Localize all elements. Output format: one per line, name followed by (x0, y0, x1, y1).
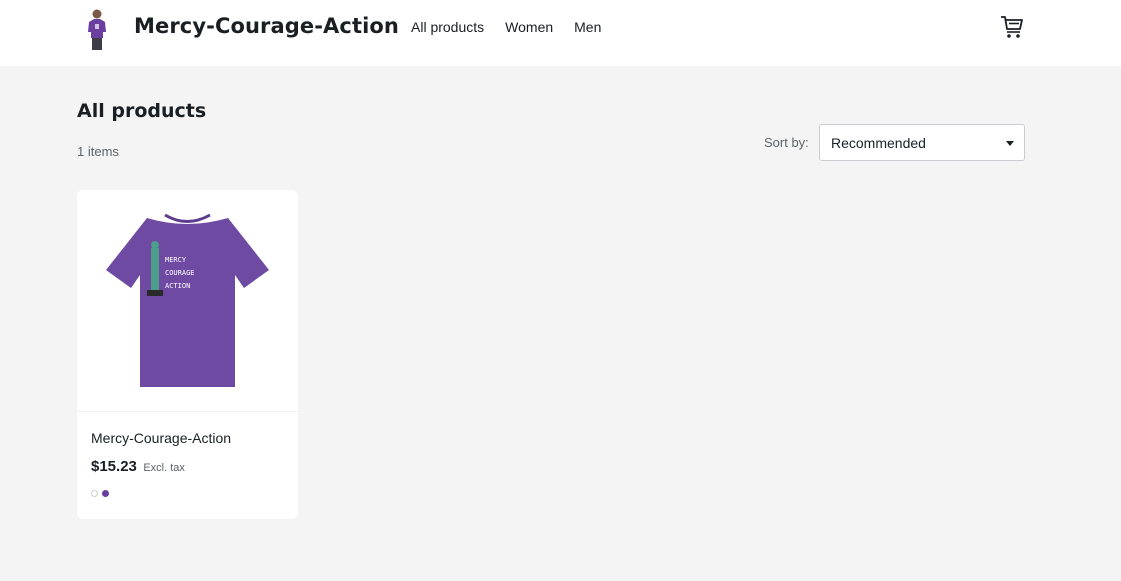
nav-women[interactable]: Women (505, 19, 553, 35)
color-swatch-white[interactable] (91, 490, 98, 497)
price-row: $15.23 Excl. tax (91, 458, 185, 476)
tax-note: Excl. tax (143, 462, 185, 474)
product-image[interactable]: MERCY COURAGE ACTION (77, 190, 298, 412)
page-title: All products (77, 100, 207, 122)
color-swatch-purple[interactable] (102, 490, 109, 497)
sort-select[interactable]: Recommended (819, 124, 1025, 161)
caret-down-icon (1006, 141, 1014, 146)
product-price: $15.23 (91, 458, 137, 475)
cart-icon[interactable] (998, 12, 1026, 40)
shirt-print-line-1: MERCY (165, 256, 187, 264)
nav-all-products[interactable]: All products (411, 19, 484, 35)
product-title[interactable]: Mercy-Courage-Action (91, 430, 231, 446)
nav-men[interactable]: Men (574, 19, 601, 35)
shirt-print-line-2: COURAGE (165, 269, 195, 277)
product-card[interactable]: MERCY COURAGE ACTION Mercy-Courage-Actio… (77, 190, 298, 519)
sort-selected-value: Recommended (831, 135, 926, 151)
item-count: 1 items (77, 144, 119, 159)
brand-logo-image[interactable] (84, 8, 110, 52)
site-header: Mercy-Courage-Action All products Women … (0, 0, 1121, 66)
color-swatches (91, 490, 109, 497)
main-nav: All products Women Men (411, 19, 601, 35)
shirt-print-line-3: ACTION (165, 282, 190, 290)
sort-label: Sort by: (764, 135, 809, 150)
brand-name[interactable]: Mercy-Courage-Action (134, 14, 399, 38)
